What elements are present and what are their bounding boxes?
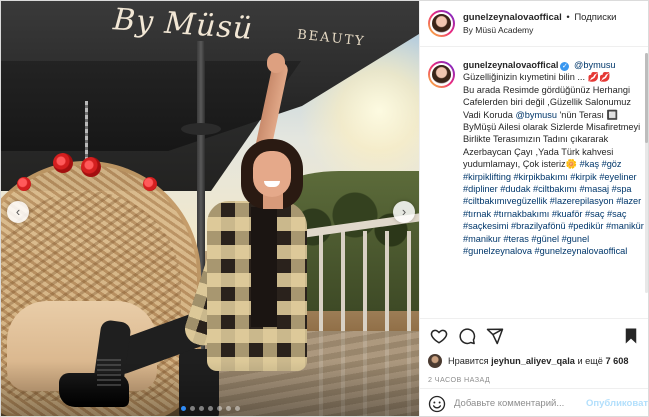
woman-hand [267, 53, 285, 73]
carousel-dots [1, 406, 419, 411]
publish-button[interactable]: Опубликовать [586, 398, 648, 409]
comment-icon [459, 327, 476, 344]
verified-badge-icon: ✓ [560, 62, 570, 71]
carousel-dot[interactable] [207, 406, 213, 411]
carousel-dot[interactable] [198, 406, 204, 411]
carousel-prev-button[interactable]: ‹ [7, 201, 29, 223]
carousel-dot[interactable] [234, 406, 240, 411]
caption-mention[interactable]: @bymusu [574, 60, 616, 70]
likes-count[interactable]: 7 608 [605, 356, 628, 366]
likes-summary: Нравится jeyhun_aliyev_qala и ещё 7 608 [420, 352, 648, 370]
header-text: gunelzeynalovaoffical • Подписки By Müsü… [463, 11, 616, 37]
caption-area: gunelzeynalovaoffical ✓ @bymusu Güzelliği… [420, 47, 648, 318]
caption-avatar[interactable] [428, 61, 455, 88]
caption-hashtags[interactable]: #kaş #göz #kirpiklifting #kirpikbakımı #… [463, 159, 644, 256]
header-separator: • [566, 11, 570, 23]
like-button[interactable] [428, 325, 450, 347]
smile-icon [428, 395, 446, 412]
woman-face [253, 151, 291, 197]
caption-username[interactable]: gunelzeynalovaoffical [463, 60, 558, 70]
carousel-dot[interactable] [180, 406, 186, 411]
carousel-dot[interactable] [216, 406, 222, 411]
caption-mention[interactable]: @bymusu [515, 110, 557, 120]
post-header: gunelzeynalovaoffical • Подписки By Müsü… [420, 1, 648, 47]
heart-icon [430, 329, 448, 344]
caption-line1: Güzelliğinizin kıymetini bilin ... 💋💋 [463, 72, 611, 83]
header-username[interactable]: gunelzeynalovaoffical [463, 12, 562, 23]
instagram-post: By Müsü BEAUTY ‹ › gunelzeynalovaoffical… [0, 0, 649, 417]
emoji-button[interactable] [428, 395, 446, 413]
carousel-dot[interactable] [189, 406, 195, 411]
share-button[interactable] [484, 325, 506, 347]
caption-scrollbar[interactable] [645, 53, 648, 293]
post-photo[interactable]: By Müsü BEAUTY ‹ › [1, 1, 419, 416]
liker-username[interactable]: jeyhun_aliyev_qala [491, 356, 575, 366]
save-button[interactable] [620, 325, 642, 347]
comment-button[interactable] [456, 325, 478, 347]
bookmark-icon [625, 328, 637, 343]
post-side-panel: gunelzeynalovaoffical • Подписки By Müsü… [419, 1, 648, 416]
comment-bar: Опубликовать [420, 388, 648, 416]
liker-avatar[interactable] [428, 354, 442, 368]
scrollbar-thumb[interactable] [645, 53, 648, 143]
photo-woman [1, 1, 419, 416]
caption-text: gunelzeynalovaoffical ✓ @bymusu Güzelliği… [463, 59, 644, 318]
likes-prefix: Нравится [448, 356, 489, 366]
likes-middle: и ещё [577, 356, 603, 366]
carousel-next-button[interactable]: › [393, 201, 415, 223]
action-bar [420, 318, 648, 352]
avatar[interactable] [428, 10, 455, 37]
avatar-image [430, 63, 453, 86]
header-location[interactable]: By Müsü Academy [463, 24, 616, 37]
carousel-dot[interactable] [225, 406, 231, 411]
woman-inner-top [251, 207, 277, 327]
post-timestamp[interactable]: 2 ЧАСОВ НАЗАД [420, 370, 648, 388]
avatar-image [430, 12, 453, 35]
comment-input[interactable] [454, 398, 586, 409]
following-button[interactable]: Подписки [574, 12, 616, 23]
share-icon [486, 328, 504, 344]
